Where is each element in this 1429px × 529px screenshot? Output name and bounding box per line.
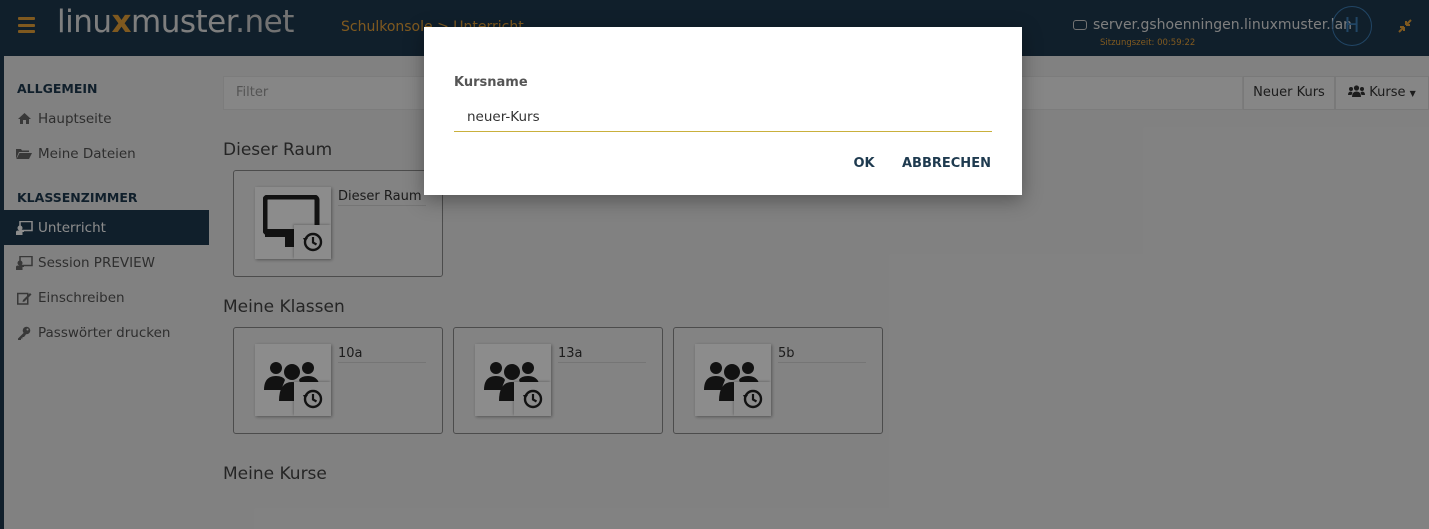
course-name-input[interactable] bbox=[454, 103, 992, 132]
course-name-dialog: Kursname OK ABBRECHEN bbox=[424, 27, 1022, 195]
course-name-label: Kursname bbox=[454, 75, 528, 90]
cancel-button[interactable]: ABBRECHEN bbox=[902, 153, 991, 175]
ok-button[interactable]: OK bbox=[844, 153, 884, 175]
